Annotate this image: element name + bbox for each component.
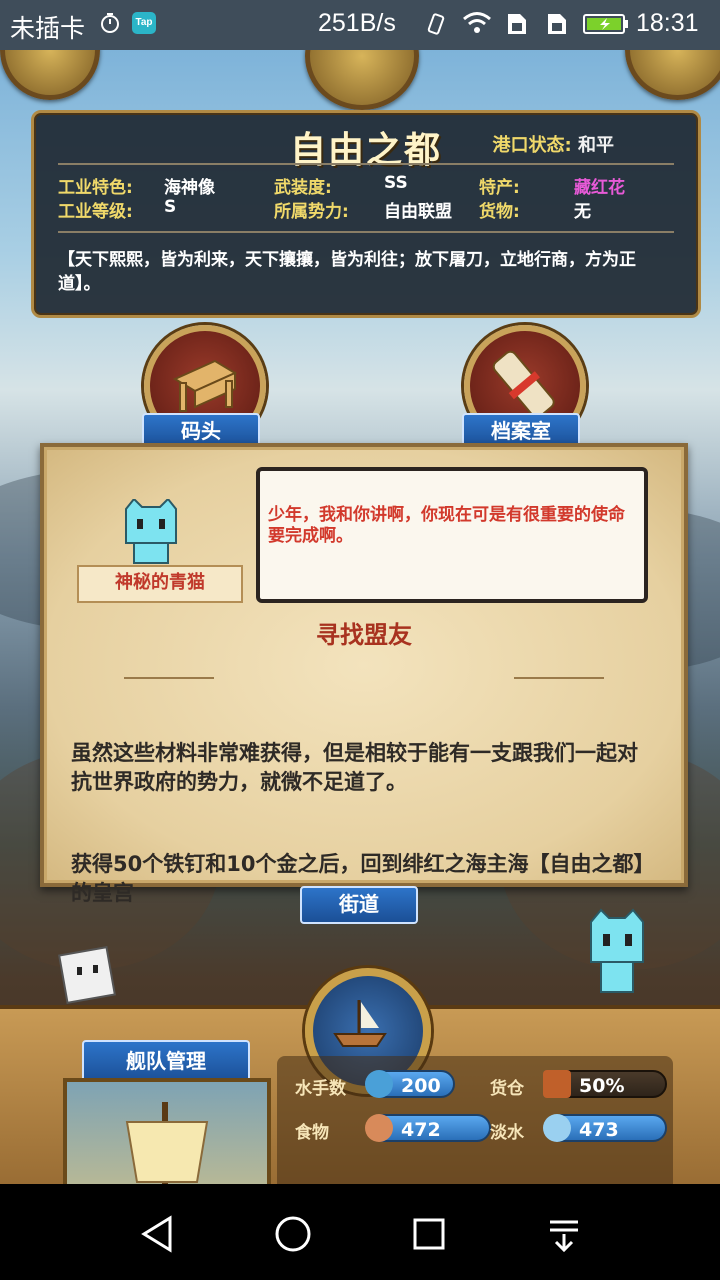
player-avatar-button[interactable]	[0, 50, 100, 100]
specialty-value: 藏红花	[574, 178, 625, 198]
industry-level-value: S	[164, 197, 177, 217]
faction-label: 所属势力:	[274, 202, 349, 222]
game-scene: 自由之都 港口状态: 和平 工业特色: 海神像 武装度: SS 特产: 藏红花 …	[0, 50, 720, 1184]
water-bottle-icon	[543, 1114, 571, 1142]
street-button[interactable]: 街道	[300, 886, 418, 924]
speaker-name: 神秘的青猫	[77, 565, 243, 603]
recents-icon[interactable]	[407, 1212, 451, 1256]
sailors-label: 水手数	[295, 1079, 346, 1099]
city-motto: 【天下熙熙，皆为利来，天下攘攘，皆为利往；放下屠刀，立地行商，方为正道】。	[58, 250, 636, 294]
notification-pulldown-icon[interactable]	[542, 1212, 586, 1256]
blue-cat-avatar	[122, 497, 180, 569]
faction-value: 自由联盟	[384, 202, 452, 222]
goods-value: 无	[574, 202, 591, 222]
ship-preview[interactable]	[63, 1078, 271, 1184]
fleet-stats: 水手数 200 货仓 50% 食物 472 淡水 473	[277, 1056, 673, 1184]
battery-icon	[583, 13, 629, 42]
ornament-right	[514, 677, 604, 679]
city-info-panel: 自由之都 港口状态: 和平 工业特色: 海神像 武装度: SS 特产: 藏红花 …	[31, 110, 701, 318]
divider	[58, 231, 674, 233]
white-cube-mascot[interactable]	[57, 945, 117, 1009]
sim-icon-2	[545, 12, 569, 43]
ornament-left	[124, 677, 214, 679]
wifi-icon	[462, 10, 492, 43]
port-status-label: 港口状态:	[492, 135, 572, 156]
sim-icon-1	[505, 12, 529, 43]
speech-text: 少年，我和你讲啊，你现在可是有很重要的使命要完成啊。	[268, 505, 625, 546]
network-speed: 251B/s	[318, 9, 396, 37]
treasure-chest-button[interactable]	[625, 50, 720, 100]
specialty-label: 特产:	[479, 178, 520, 198]
tap-app-icon: Tap	[132, 12, 156, 34]
system-nav-bar	[0, 1184, 720, 1280]
industry-feature-label: 工业特色:	[58, 178, 133, 198]
meat-icon	[365, 1114, 393, 1142]
clock: 18:31	[636, 9, 699, 37]
port-status-value: 和平	[578, 135, 614, 156]
sailor-icon	[365, 1070, 393, 1098]
armament-label: 武装度:	[274, 178, 332, 198]
industry-feature-value: 海神像	[164, 178, 215, 198]
cargo-crate-icon	[543, 1070, 571, 1098]
quest-title: 寻找盟友	[316, 621, 412, 649]
water-label: 淡水	[490, 1123, 524, 1143]
world-map-button[interactable]	[305, 50, 419, 110]
port-status: 港口状态: 和平	[493, 131, 614, 157]
timer-icon	[98, 11, 122, 42]
vibrate-icon	[424, 12, 448, 43]
blue-cat-mascot[interactable]	[585, 908, 649, 1002]
home-icon[interactable]	[271, 1212, 315, 1256]
status-bar: 未插卡 Tap 251B/s 18:31	[0, 0, 720, 50]
food-label: 食物	[295, 1123, 329, 1143]
divider	[58, 163, 674, 165]
industry-level-label: 工业等级:	[58, 202, 133, 222]
quest-dialog: 神秘的青猫 少年，我和你讲啊，你现在可是有很重要的使命要完成啊。 寻找盟友 虽然…	[40, 443, 688, 905]
speech-bubble: 少年，我和你讲啊，你现在可是有很重要的使命要完成啊。	[256, 467, 648, 603]
goods-label: 货物:	[479, 202, 520, 222]
armament-value: SS	[384, 173, 408, 193]
carrier-text: 未插卡	[10, 15, 86, 43]
cargo-label: 货仓	[490, 1079, 524, 1099]
quest-description: 虽然这些材料非常难获得，但是相较于能有一支跟我们一起对抗世界政府的势力，就微不足…	[71, 741, 638, 794]
back-icon[interactable]	[136, 1212, 180, 1256]
